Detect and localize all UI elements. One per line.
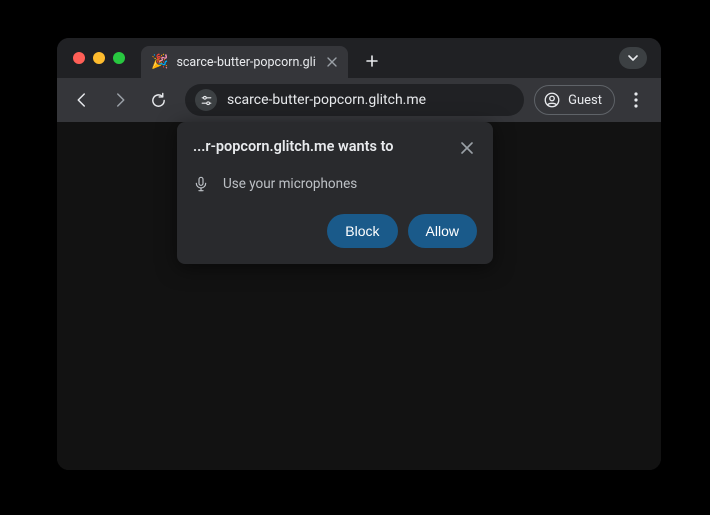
toolbar: scarce-butter-popcorn.glitch.me Guest xyxy=(57,78,661,122)
new-tab-button[interactable] xyxy=(358,47,386,75)
tab-title: scarce-butter-popcorn.glitch xyxy=(176,55,316,70)
permission-request-text: Use your microphones xyxy=(223,176,357,192)
page-content: ...r-popcorn.glitch.me wants to Use your… xyxy=(57,122,661,470)
reload-button[interactable] xyxy=(141,83,175,117)
tab-close-button[interactable] xyxy=(324,54,340,70)
address-bar[interactable]: scarce-butter-popcorn.glitch.me xyxy=(185,84,524,116)
back-button[interactable] xyxy=(65,83,99,117)
allow-button[interactable]: Allow xyxy=(408,214,477,248)
site-settings-icon[interactable] xyxy=(195,89,217,111)
menu-button[interactable] xyxy=(619,83,653,117)
window-dropdown-button[interactable] xyxy=(619,47,647,69)
permission-prompt: ...r-popcorn.glitch.me wants to Use your… xyxy=(177,122,493,264)
address-bar-url: scarce-butter-popcorn.glitch.me xyxy=(227,92,426,108)
browser-window: 🎉 scarce-butter-popcorn.glitch sca xyxy=(57,38,661,470)
microphone-icon xyxy=(193,176,209,192)
profile-label: Guest xyxy=(568,93,602,108)
window-close-button[interactable] xyxy=(73,52,85,64)
block-button[interactable]: Block xyxy=(327,214,397,248)
tab-strip: 🎉 scarce-butter-popcorn.glitch xyxy=(57,38,661,78)
permission-close-button[interactable] xyxy=(457,138,477,158)
profile-button[interactable]: Guest xyxy=(534,85,615,115)
window-maximize-button[interactable] xyxy=(113,52,125,64)
tab-favicon-icon: 🎉 xyxy=(151,55,168,69)
window-controls xyxy=(67,52,135,64)
forward-button[interactable] xyxy=(103,83,137,117)
browser-tab[interactable]: 🎉 scarce-butter-popcorn.glitch xyxy=(141,46,348,78)
guest-avatar-icon xyxy=(543,91,561,109)
window-minimize-button[interactable] xyxy=(93,52,105,64)
permission-title: ...r-popcorn.glitch.me wants to xyxy=(193,138,393,155)
permission-request-row: Use your microphones xyxy=(193,176,477,192)
